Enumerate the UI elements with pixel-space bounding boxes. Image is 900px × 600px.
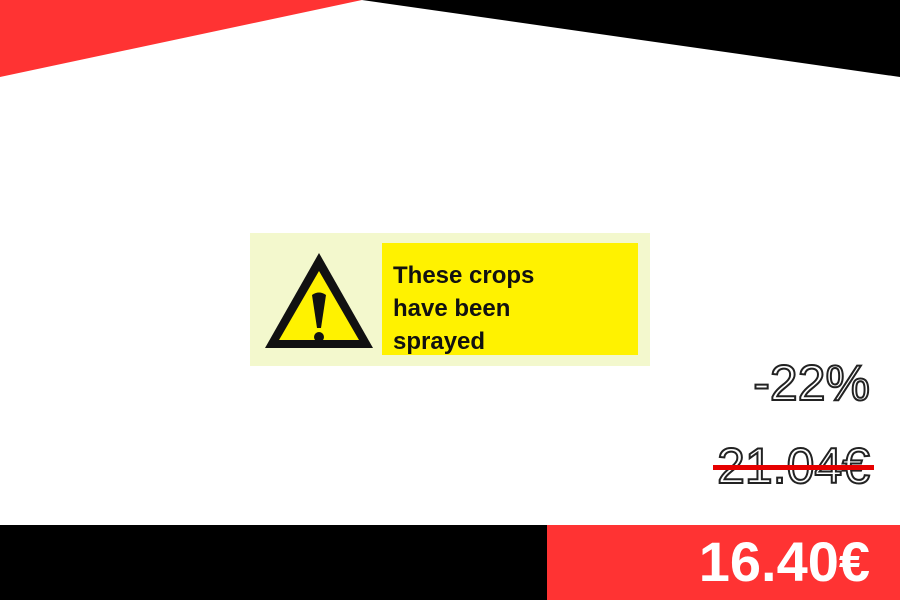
sign-text-panel: These crops have been sprayed — [382, 243, 638, 355]
price-card: These crops have been sprayed -22% 21.04… — [0, 0, 900, 600]
product-image[interactable]: These crops have been sprayed — [250, 233, 650, 366]
sign-line-2: have been — [393, 295, 511, 322]
warning-triangle-icon — [265, 253, 373, 348]
sign-line-3: sprayed — [393, 328, 486, 355]
new-price: 16.40€ — [698, 530, 870, 593]
top-corner-decoration — [0, 0, 900, 77]
sign-message: These crops have been sprayed — [393, 259, 534, 358]
strikethrough-line — [713, 465, 874, 470]
black-corner-shape — [362, 0, 900, 77]
bottom-black-band — [0, 525, 547, 600]
old-price: 21.04€ — [713, 436, 874, 496]
discount-badge: -22% — [752, 354, 871, 412]
red-corner-shape — [0, 0, 362, 77]
sign-line-1: These crops — [393, 262, 535, 289]
